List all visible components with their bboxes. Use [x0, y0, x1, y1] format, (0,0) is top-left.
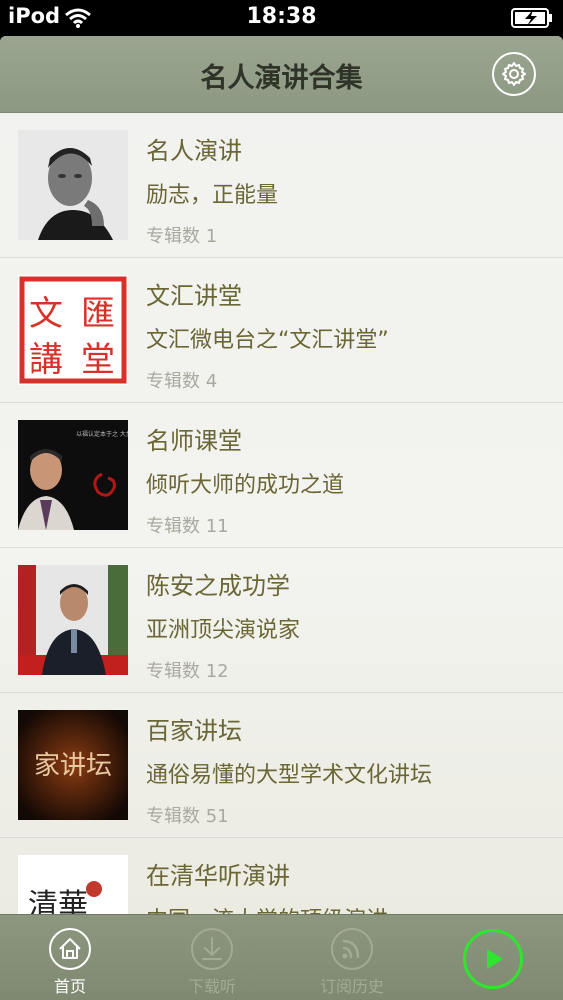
thumbnail-portrait	[18, 130, 128, 240]
list-item[interactable]: 名人演讲 励志，正能量 专辑数 1	[0, 113, 563, 258]
tab-bar: 首页 下载听 订阅历史	[0, 914, 563, 1000]
item-title: 名师课堂	[146, 427, 242, 455]
item-album-count: 专辑数 51	[146, 806, 229, 827]
item-subtitle: 通俗易懂的大型学术文化讲坛	[146, 763, 433, 788]
item-subtitle: 亚洲顶尖演说家	[146, 618, 301, 643]
thumbnail-speaker-dark: 以福认定本于之 大步大光义	[18, 420, 128, 530]
tab-label: 订阅历史	[319, 977, 384, 996]
status-time: 18:38	[246, 4, 317, 29]
app-window: 名人演讲合集 名人演讲 励志，正能量 专辑数 1 文 匯 講 堂 文汇讲堂 文汇…	[0, 36, 563, 1000]
now-playing-button[interactable]	[463, 929, 523, 989]
tab-label: 下载听	[187, 977, 236, 996]
home-icon	[49, 928, 91, 970]
item-subtitle: 励志，正能量	[146, 183, 279, 208]
list-item[interactable]: 文 匯 講 堂 文汇讲堂 文汇微电台之“文汇讲堂” 专辑数 4	[0, 258, 563, 403]
page-title: 名人演讲合集	[200, 63, 363, 94]
list-item[interactable]: 以福认定本于之 大步大光义 名师课堂 倾听大师的成功之道 专辑数 11	[0, 403, 563, 548]
tab-download[interactable]: 下载听	[152, 915, 272, 1000]
seal-char: 文	[29, 294, 63, 334]
item-album-count: 专辑数 12	[146, 661, 229, 682]
battery-charging-icon	[511, 8, 552, 28]
tab-home[interactable]: 首页	[10, 915, 130, 1000]
item-subtitle: 文汇微电台之“文汇讲堂”	[146, 328, 389, 353]
thumb-caption: 家讲坛	[34, 751, 112, 781]
seal-char: 匯	[81, 294, 115, 334]
item-album-count: 专辑数 11	[146, 516, 229, 537]
thumbnail-lecture: 家讲坛	[18, 710, 128, 820]
gear-icon	[502, 62, 526, 86]
item-title: 在清华听演讲	[146, 862, 290, 890]
list-item[interactable]: 家讲坛 百家讲坛 通俗易懂的大型学术文化讲坛 专辑数 51	[0, 693, 563, 838]
album-list: 名人演讲 励志，正能量 专辑数 1 文 匯 講 堂 文汇讲堂 文汇微电台之“文汇…	[0, 113, 563, 983]
settings-button[interactable]	[492, 52, 536, 96]
item-title: 百家讲坛	[146, 717, 242, 745]
rss-icon	[331, 928, 373, 970]
tab-label: 首页	[53, 977, 86, 996]
item-title: 名人演讲	[146, 137, 242, 165]
download-icon	[191, 928, 233, 970]
thumb-caption: 以福认定本于之 大步大光义	[76, 430, 128, 438]
item-title: 文汇讲堂	[146, 282, 242, 310]
list-item[interactable]: 陈安之成功学 亚洲顶尖演说家 专辑数 12	[0, 548, 563, 693]
seal-char: 堂	[81, 340, 115, 380]
nav-bar: 名人演讲合集	[0, 36, 563, 113]
item-title: 陈安之成功学	[146, 572, 290, 600]
thumbnail-speaker-red	[18, 565, 128, 675]
thumbnail-seal: 文 匯 講 堂	[18, 275, 128, 385]
status-bar: iPod 18:38	[0, 0, 563, 36]
item-album-count: 专辑数 1	[146, 226, 218, 247]
seal-char: 講	[29, 340, 63, 380]
tab-subscriptions-history[interactable]: 订阅历史	[292, 915, 412, 1000]
item-subtitle: 倾听大师的成功之道	[146, 473, 345, 498]
item-album-count: 专辑数 4	[146, 371, 218, 392]
play-icon	[487, 949, 503, 969]
